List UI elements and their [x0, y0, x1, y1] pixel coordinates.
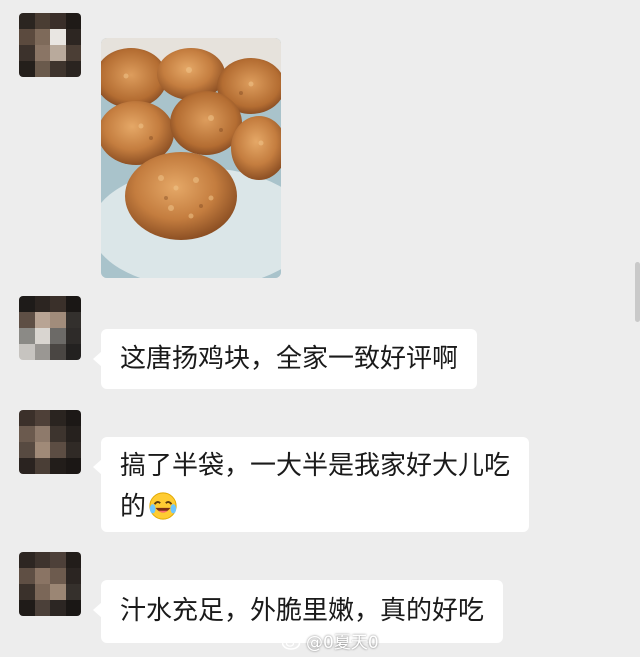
message-text: 汁水充足，外脆里嫩，真的好吃 — [120, 596, 485, 626]
avatar[interactable] — [19, 296, 81, 360]
watermark-text: @0夏天0 — [306, 633, 379, 653]
message-text-line: 的 — [120, 487, 510, 528]
message-text: 的 — [120, 492, 147, 522]
avatar[interactable] — [19, 552, 81, 616]
laughing-crying-emoji-icon — [149, 492, 177, 520]
watermark: @0夏天0 — [282, 628, 379, 653]
scrollbar-thumb[interactable] — [635, 262, 640, 322]
message-text-line: 搞了半袋，一大半是我家好大儿吃 — [120, 451, 511, 481]
weibo-icon — [282, 633, 303, 650]
chat-text-bubble[interactable]: 这唐扬鸡块，全家一致好评啊 — [92, 329, 478, 389]
fried-chicken-photo — [101, 38, 281, 278]
message-text: 这唐扬鸡块，全家一致好评啊 — [120, 344, 459, 374]
avatar[interactable] — [19, 410, 81, 474]
chat-text-bubble[interactable]: 搞了半袋，一大半是我家好大儿吃 的 — [92, 437, 530, 532]
chat-image-message[interactable] — [101, 38, 281, 278]
chat-area: 这唐扬鸡块，全家一致好评啊 搞了半袋，一大半是我家好大儿吃 的 汁水充足，外脆里… — [0, 0, 640, 657]
avatar[interactable] — [19, 13, 81, 77]
